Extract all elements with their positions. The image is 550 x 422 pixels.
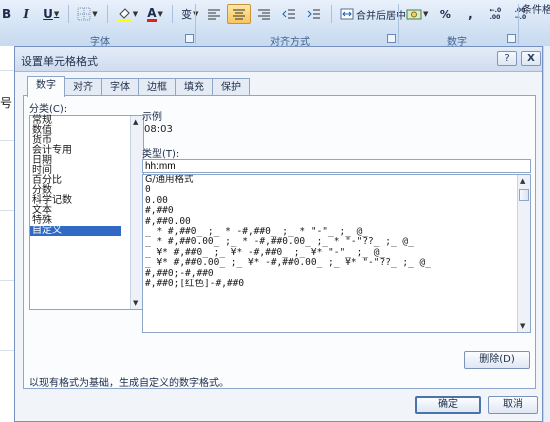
gridline (0, 350, 14, 351)
tab-font[interactable]: 字体 (101, 78, 139, 96)
list-item[interactable]: #,##0;[红色]-#,##0 (143, 279, 505, 289)
comma-style-button[interactable]: , (458, 4, 482, 24)
cancel-button[interactable]: 取消 (488, 396, 538, 414)
accounting-format-button[interactable]: ▼ (402, 4, 432, 24)
chevron-down-icon: ▼ (157, 10, 163, 18)
list-item[interactable]: _ * #,##0_ ;_ * -#,##0_ ;_ * "-"_ ;_ @_ (143, 227, 505, 237)
number-tools: ▼ % , ←.0 .00 .00 →.0 (402, 3, 533, 25)
list-item[interactable]: #,##0.00 (143, 217, 505, 227)
chevron-down-icon: ▼ (423, 10, 429, 18)
description-text: 以现有格式为基础，生成自定义的数字格式。 (29, 378, 229, 389)
currency-icon (406, 9, 422, 20)
scroll-thumb[interactable] (519, 189, 529, 201)
tab-fill[interactable]: 填充 (175, 78, 213, 96)
paint-bucket-icon (116, 8, 131, 22)
sample-label: 示例 (142, 112, 162, 123)
format-items: G/通用格式 0 0.00 #,##0 #,##0.00 _ * #,##0_ ;_ * … (143, 175, 530, 289)
font-tools: B I U▼ ▼ ▼ A ▼ 变 ▼ (0, 3, 203, 25)
list-item[interactable]: 0 (143, 185, 505, 195)
close-button[interactable]: X (521, 51, 541, 66)
increase-indent-icon (307, 9, 320, 19)
ok-button[interactable]: 确定 (415, 396, 481, 414)
ribbon: B I U▼ ▼ ▼ A ▼ 变 ▼ 合并后居中 (0, 0, 550, 48)
list-item[interactable]: _ ¥* #,##0_ ;_ ¥* -#,##0_ ;_ ¥* "-"_ ;_ … (143, 248, 505, 258)
worksheet-edge (543, 46, 550, 422)
increase-decimal-button[interactable]: ←.0 .00 (483, 4, 507, 24)
dialog-titlebar: 设置单元格格式 ? X (15, 47, 542, 72)
font-color-letter: A (147, 5, 157, 22)
scroll-down-icon[interactable]: ▼ (133, 299, 138, 307)
gridline (0, 280, 14, 281)
separator (331, 5, 332, 23)
gridline (0, 70, 14, 71)
chevron-down-icon: ▼ (92, 10, 98, 18)
help-button[interactable]: ? (497, 51, 517, 66)
align-center-icon (233, 9, 245, 20)
align-right-icon (258, 9, 270, 20)
number-tab-panel: 分类(C): 常规 数值 货币 会计专用 日期 时间 百分比 分数 科学记数 文本 特殊 自定义 ▲ … (23, 95, 536, 389)
chevron-down-icon: ▼ (132, 10, 139, 18)
scroll-down-icon[interactable]: ▼ (520, 322, 525, 330)
conditional-format-button[interactable]: 条件格 (522, 1, 550, 16)
delete-button[interactable]: 删除(D) (464, 351, 530, 369)
list-item[interactable]: G/通用格式 (143, 175, 505, 185)
format-scrollbar[interactable]: ▲ ▼ (517, 175, 530, 332)
decrease-indent-icon (282, 9, 295, 19)
list-item[interactable]: _ * #,##0.00_ ;_ * -#,##0.00_ ;_ * "-"??… (143, 237, 505, 247)
tab-alignment[interactable]: 对齐 (64, 78, 102, 96)
separator (172, 5, 174, 23)
list-item[interactable]: #,##0 (143, 206, 505, 216)
italic-button[interactable]: I (14, 4, 38, 24)
list-item[interactable]: #,##0;-#,##0 (143, 269, 505, 279)
bold-button[interactable]: B (0, 4, 13, 24)
category-items: 常规 数值 货币 会计专用 日期 时间 百分比 分数 科学记数 文本 特殊 自定义 (30, 116, 143, 236)
fill-color-button[interactable]: ▼ (112, 4, 142, 24)
gridline (0, 210, 14, 211)
group-divider (398, 4, 399, 44)
increase-indent-button[interactable] (302, 4, 326, 24)
tab-border[interactable]: 边框 (138, 78, 176, 96)
align-left-button[interactable] (202, 4, 226, 24)
type-label: 类型(T): (142, 149, 180, 160)
worksheet-text: 号 (0, 96, 13, 110)
borders-icon (77, 7, 91, 21)
list-item[interactable]: _ ¥* #,##0.00_ ;_ ¥* -#,##0.00_ ;_ ¥* "-… (143, 258, 505, 268)
format-cells-dialog: 设置单元格格式 ? X 数字 对齐 字体 边框 填充 保护 分类(C): 常规数… (14, 46, 543, 422)
pinyin-label: 变 (181, 8, 193, 21)
chevron-down-icon: ▼ (53, 10, 60, 18)
separator (68, 5, 70, 23)
scroll-up-icon[interactable]: ▲ (520, 177, 525, 185)
gridline (0, 140, 14, 141)
align-center-button[interactable] (227, 4, 251, 24)
percent-button[interactable]: % (433, 4, 457, 24)
dialog-launcher-icon[interactable] (507, 34, 516, 43)
list-item[interactable]: 0.00 (143, 196, 505, 206)
group-divider (518, 4, 519, 44)
font-color-button[interactable]: A ▼ (143, 4, 167, 24)
dialog-title: 设置单元格格式 (21, 55, 98, 68)
dialog-launcher-icon[interactable] (387, 34, 396, 43)
merge-cells-icon (340, 8, 354, 20)
align-right-button[interactable] (252, 4, 276, 24)
pinyin-button[interactable]: 变 ▼ (177, 4, 202, 24)
tab-protection[interactable]: 保护 (212, 78, 250, 96)
borders-button[interactable]: ▼ (73, 4, 101, 24)
separator (106, 5, 108, 23)
sample-value: 08:03 (144, 124, 173, 135)
align-left-icon (208, 9, 220, 20)
underline-button[interactable]: U ▼ (39, 4, 63, 24)
scroll-up-icon[interactable]: ▲ (133, 118, 138, 126)
category-list[interactable]: 常规 数值 货币 会计专用 日期 时间 百分比 分数 科学记数 文本 特殊 自定义 ▲ ▼ (29, 115, 144, 310)
category-label: 分类(C): (29, 104, 68, 115)
decrease-indent-button[interactable] (277, 4, 301, 24)
type-input[interactable] (142, 159, 531, 173)
list-item[interactable]: 自定义 (30, 226, 121, 236)
group-divider (195, 4, 196, 44)
alignment-tools: 合并后居中 ▼ (202, 3, 417, 25)
underline-label: U (43, 7, 53, 21)
dialog-launcher-icon[interactable] (185, 34, 194, 43)
tab-strip: 数字 对齐 字体 边框 填充 保护 (27, 76, 250, 97)
format-list[interactable]: G/通用格式 0 0.00 #,##0 #,##0.00 _ * #,##0_ ;_ * … (142, 174, 531, 333)
tab-number[interactable]: 数字 (27, 76, 65, 97)
